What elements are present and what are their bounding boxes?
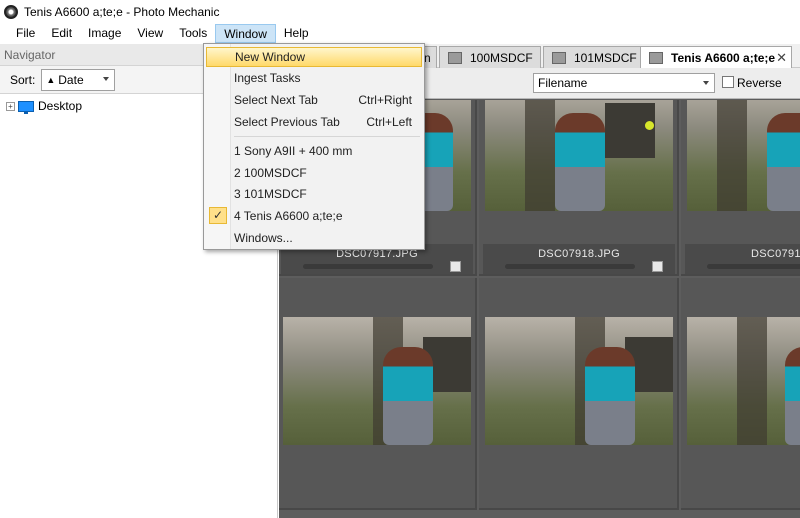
menu-edit[interactable]: Edit (43, 24, 80, 43)
menu-item-label: Select Next Tab (234, 93, 318, 107)
sort-ascending-icon: ▲ (46, 74, 56, 85)
tab-101msdcf[interactable]: 101MSDCF (543, 46, 645, 68)
menu-help[interactable]: Help (276, 24, 317, 43)
checkmark-icon: ✓ (209, 207, 227, 224)
menu-item-label: 1 Sony A9II + 400 mm (234, 144, 353, 158)
thumbnail-image[interactable] (485, 100, 673, 211)
tab-label: 101MSDCF (574, 50, 637, 65)
thumbnail-filename: DSC07918.JPG (538, 248, 620, 260)
menu-item-window-1[interactable]: 1 Sony A9II + 400 mm (206, 141, 422, 161)
menu-item-label: 2 100MSDCF (234, 166, 307, 180)
menu-item-shortcut: Ctrl+Right (358, 93, 412, 107)
menu-item-ingest-tasks[interactable]: Ingest Tasks (206, 68, 422, 88)
folder-icon (649, 51, 663, 64)
select-checkbox[interactable] (450, 261, 461, 272)
menu-item-label: Ingest Tasks (234, 71, 301, 85)
thumbnail-cell[interactable] (279, 278, 477, 510)
thumbnail-caption-bar: DSC07919 (685, 244, 800, 274)
rating-dots[interactable] (505, 264, 635, 269)
menu-item-shortcut: Ctrl+Left (366, 115, 412, 129)
sort-value: Date (58, 72, 84, 87)
menu-item-label: 4 Tenis A6600 a;te;e (234, 209, 343, 223)
menu-file[interactable]: File (8, 24, 43, 43)
window-title: Tenis A6600 a;te;e - Photo Mechanic (24, 4, 220, 19)
menu-bar: File Edit Image View Tools Window Help (0, 23, 800, 44)
reverse-label: Reverse (737, 76, 782, 90)
expand-icon[interactable]: + (6, 101, 15, 111)
menu-window[interactable]: Window (215, 24, 276, 43)
thumbnail-image[interactable] (687, 100, 800, 211)
chevron-down-icon (103, 76, 110, 81)
sort-field-dropdown[interactable]: Filename (533, 73, 715, 93)
menu-item-new-window[interactable]: New Window (206, 47, 422, 67)
rating-dots[interactable] (303, 264, 433, 269)
menu-item-window-4[interactable]: ✓ 4 Tenis A6600 a;te;e (206, 206, 422, 226)
select-checkbox[interactable] (652, 261, 663, 272)
thumbnail-cell[interactable]: DSC07918.JPG (479, 100, 679, 276)
thumbnail-image[interactable] (485, 317, 673, 445)
menu-item-select-next-tab[interactable]: Select Next Tab Ctrl+Right (206, 90, 422, 110)
tab-label: Tenis A6600 a;te;e (671, 50, 776, 65)
window-menu-dropdown: New Window Ingest Tasks Select Next Tab … (203, 43, 425, 250)
thumbnail-image[interactable] (283, 317, 471, 445)
tab-label: 100MSDCF (470, 50, 533, 65)
title-bar: Tenis A6600 a;te;e - Photo Mechanic (0, 0, 800, 23)
thumbnail-filename: DSC07919 (751, 248, 800, 260)
close-icon[interactable]: ✕ (776, 50, 787, 66)
menu-item-label: 3 101MSDCF (234, 187, 307, 201)
menu-view[interactable]: View (129, 24, 171, 43)
thumbnail-cell[interactable] (479, 278, 679, 510)
sort-label: Sort: (10, 72, 36, 87)
menu-image[interactable]: Image (80, 24, 129, 43)
menu-separator (234, 136, 420, 137)
menu-tools[interactable]: Tools (171, 24, 215, 43)
desktop-icon (18, 100, 34, 114)
sort-dropdown[interactable]: ▲ Date (41, 68, 116, 91)
folder-icon (552, 51, 566, 64)
rating-dots[interactable] (707, 264, 800, 269)
thumbnail-caption-bar: DSC07918.JPG (483, 244, 675, 274)
tab-100msdcf[interactable]: 100MSDCF (439, 46, 541, 68)
menu-item-label: New Window (235, 50, 306, 64)
menu-item-label: Windows... (234, 231, 293, 245)
thumbnail-cell[interactable] (681, 278, 800, 510)
menu-item-windows[interactable]: Windows... (206, 228, 422, 248)
menu-item-select-previous-tab[interactable]: Select Previous Tab Ctrl+Left (206, 112, 422, 132)
menu-item-window-2[interactable]: 2 100MSDCF (206, 163, 422, 183)
tree-item-label: Desktop (38, 99, 83, 113)
reverse-checkbox[interactable] (722, 76, 734, 88)
tab-tenis[interactable]: Tenis A6600 a;te;e ✕ (640, 46, 792, 68)
tab-label: n (424, 50, 431, 65)
menu-item-label: Select Previous Tab (234, 115, 340, 129)
app-icon (4, 4, 18, 19)
sort-field-value: Filename (538, 76, 588, 90)
chevron-down-icon (703, 81, 709, 85)
folder-icon (448, 51, 462, 64)
thumbnail-cell[interactable]: DSC07919 (681, 100, 800, 276)
menu-item-window-3[interactable]: 3 101MSDCF (206, 184, 422, 204)
thumbnail-image[interactable] (687, 317, 800, 445)
